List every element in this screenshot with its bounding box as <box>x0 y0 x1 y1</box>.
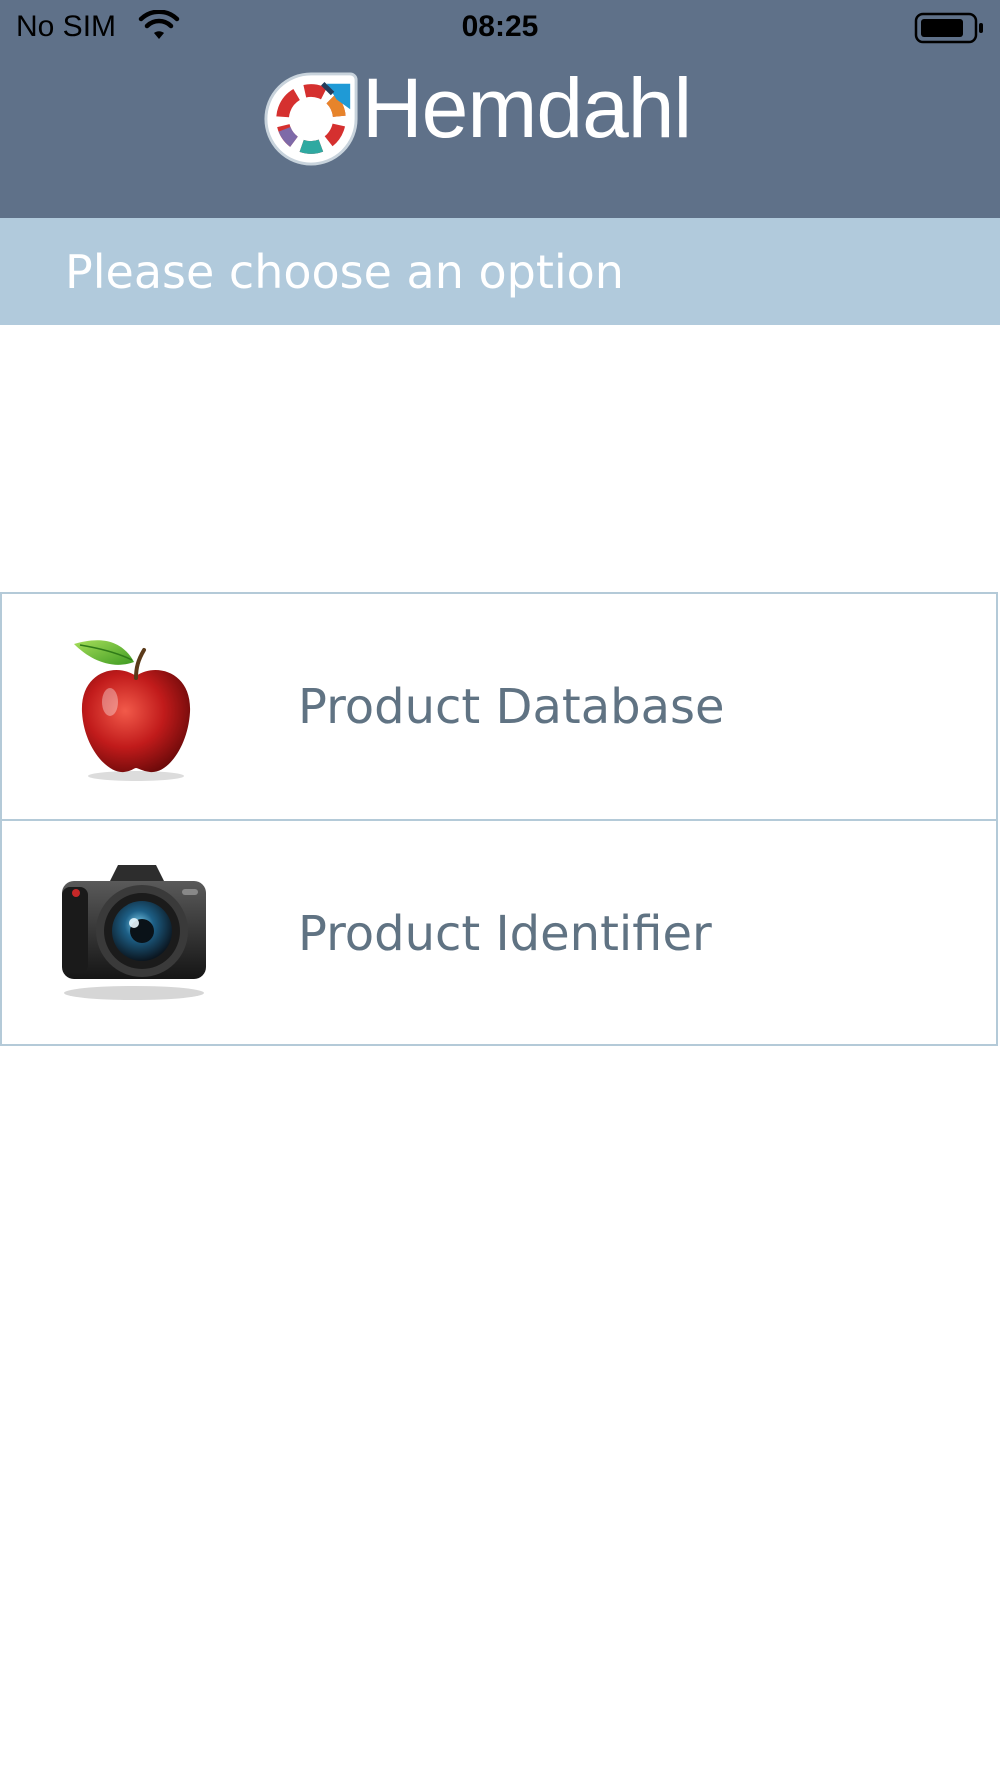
prompt-banner: Please choose an option <box>0 218 1000 325</box>
hemdahl-logo: Hemdahl <box>262 61 762 170</box>
menu-item-product-database[interactable]: Product Database <box>2 594 998 821</box>
hemdahl-logo-mark <box>264 72 358 166</box>
battery-icon <box>914 12 983 44</box>
brand-name: Hemdahl <box>362 61 692 155</box>
prompt-text: Please choose an option <box>65 245 624 299</box>
option-menu: Product Database Product Identifier <box>0 592 998 1046</box>
status-bar: No SIM 08:25 <box>0 0 1000 60</box>
menu-item-label: Product Identifier <box>298 906 712 962</box>
status-time: 08:25 <box>461 10 539 43</box>
menu-item-product-identifier[interactable]: Product Identifier <box>2 821 998 1046</box>
menu-item-label: Product Database <box>298 679 725 735</box>
camera-icon <box>62 865 206 1000</box>
app-header: No SIM 08:25 Hemdahl <box>0 0 1000 218</box>
apple-icon <box>74 640 191 781</box>
